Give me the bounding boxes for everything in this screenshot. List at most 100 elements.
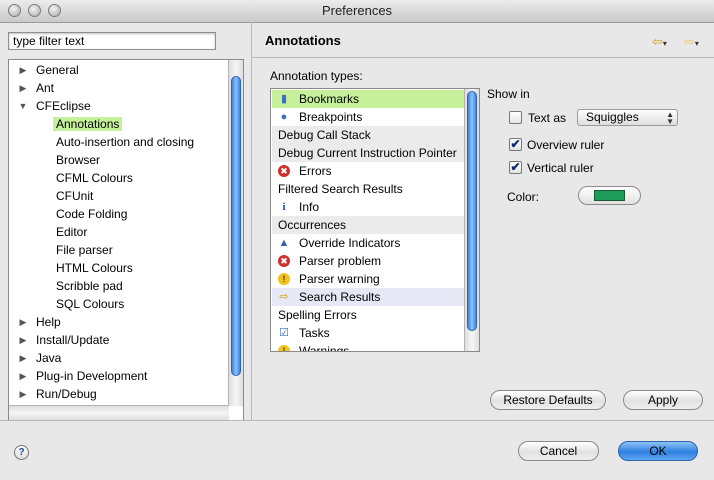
pane-divider[interactable] xyxy=(251,22,252,420)
tree-item[interactable]: HTML Colours xyxy=(53,259,136,277)
annotation-type-label: Override Indicators xyxy=(299,236,401,250)
stepper-arrows-icon: ▲ ▼ xyxy=(666,110,674,126)
forward-arrow-icon[interactable]: ⇨▾ xyxy=(684,34,699,50)
tree-item-label: Run/Debug xyxy=(36,387,97,401)
annotation-types-list[interactable]: ▮ Bookmarks ● Breakpoints Debug Call Stack De… xyxy=(270,88,480,352)
annotation-type-row[interactable]: Debug Call Stack xyxy=(272,126,464,144)
annotation-type-label: Debug Current Instruction Pointer xyxy=(278,146,457,160)
override-icon: ▲ xyxy=(278,237,290,249)
tree-item-label: Ant xyxy=(36,81,55,95)
text-as-label[interactable]: Text as xyxy=(528,111,566,125)
warning-icon: ! xyxy=(278,345,290,351)
tree-item[interactable]: Annotations xyxy=(53,115,123,133)
show-in-label: Show in xyxy=(487,87,530,101)
tree-horizontal-scrollbar[interactable] xyxy=(9,405,229,420)
color-picker-button[interactable] xyxy=(578,186,641,205)
help-icon[interactable]: ? xyxy=(14,445,29,460)
annotation-type-row[interactable]: ☑ Tasks xyxy=(272,324,464,342)
annotation-type-label: Filtered Search Results xyxy=(278,182,403,196)
text-style-select[interactable]: Squiggles ▲ ▼ xyxy=(577,109,678,126)
annotation-type-row[interactable]: i Info xyxy=(272,198,464,216)
tree-item[interactable]: ▶ Plug-in Development xyxy=(17,367,150,385)
annotation-type-label: Parser problem xyxy=(299,254,382,268)
tree-item[interactable]: ▶ General xyxy=(17,61,82,79)
tree-item-label: File parser xyxy=(56,243,113,257)
restore-defaults-button[interactable]: Restore Defaults xyxy=(490,390,606,410)
annotation-list-scrollbar[interactable] xyxy=(464,89,479,351)
tree-item-label: Install/Update xyxy=(36,333,110,347)
title-bar: Preferences xyxy=(0,0,714,23)
expand-right-arrow-icon[interactable]: ▶ xyxy=(17,79,29,97)
tree-scroll-thumb[interactable] xyxy=(231,76,241,376)
annotation-type-label: Errors xyxy=(299,164,332,178)
preference-tree[interactable]: ▶ General ▶ Ant ▼ CFEclipse Annotations Auto-in… xyxy=(8,59,244,421)
tree-item[interactable]: Code Folding xyxy=(53,205,130,223)
cancel-button[interactable]: Cancel xyxy=(518,441,599,461)
annotation-type-row[interactable]: Debug Current Instruction Pointer xyxy=(272,144,464,162)
expand-down-arrow-icon[interactable]: ▼ xyxy=(17,97,29,115)
color-swatch xyxy=(594,190,625,201)
tree-item[interactable]: File parser xyxy=(53,241,116,259)
vertical-ruler-label[interactable]: Vertical ruler xyxy=(527,161,594,175)
annotation-type-row[interactable]: ● Breakpoints xyxy=(272,108,464,126)
annotation-type-label: Warnings xyxy=(299,344,350,352)
tree-item-label: Scribble pad xyxy=(56,279,123,293)
task-icon: ☑ xyxy=(279,327,289,339)
text-style-value: Squiggles xyxy=(586,110,639,124)
annotation-type-row[interactable]: ✖ Errors xyxy=(272,162,464,180)
expand-right-arrow-icon[interactable]: ▶ xyxy=(17,367,29,385)
info-icon: i xyxy=(282,201,286,213)
tree-item[interactable]: ▶ Java xyxy=(17,349,64,367)
tree-item[interactable]: ▶ Help xyxy=(17,313,64,331)
expand-right-arrow-icon[interactable]: ▶ xyxy=(17,349,29,367)
tree-item[interactable]: ▶ Ant xyxy=(17,79,57,97)
annotation-type-label: Occurrences xyxy=(278,218,347,232)
tree-item-label: CFEclipse xyxy=(36,99,91,113)
page-title: Annotations xyxy=(265,33,341,48)
annotation-type-row[interactable]: ⇨ Search Results xyxy=(272,288,464,306)
annotation-type-row[interactable]: ! Warnings xyxy=(272,342,464,352)
expand-right-arrow-icon[interactable]: ▶ xyxy=(17,313,29,331)
tree-item-label: General xyxy=(36,63,79,77)
tree-item-label: Browser xyxy=(56,153,101,167)
tree-item[interactable]: ▶ Run/Debug xyxy=(17,385,100,403)
vertical-ruler-checkbox[interactable]: ✔ xyxy=(509,161,522,174)
breakpoint-icon: ● xyxy=(280,111,288,123)
search-result-icon: ⇨ xyxy=(279,291,289,303)
annotation-type-row[interactable]: Occurrences xyxy=(272,216,464,234)
annotation-type-row[interactable]: ▮ Bookmarks xyxy=(272,90,464,108)
annotation-type-row[interactable]: ! Parser warning xyxy=(272,270,464,288)
tree-item[interactable]: Browser xyxy=(53,151,103,169)
error-icon: ✖ xyxy=(278,165,290,177)
tree-item[interactable]: CFUnit xyxy=(53,187,96,205)
expand-right-arrow-icon[interactable]: ▶ xyxy=(17,331,29,349)
annotation-type-row[interactable]: ✖ Parser problem xyxy=(272,252,464,270)
ok-button[interactable]: OK xyxy=(618,441,698,461)
window-title: Preferences xyxy=(321,3,393,18)
annotation-list-scroll-thumb[interactable] xyxy=(467,91,477,331)
tree-item[interactable]: ▼ CFEclipse xyxy=(17,97,94,115)
tree-item[interactable]: CFML Colours xyxy=(53,169,136,187)
tree-item[interactable]: Auto-insertion and closing xyxy=(53,133,197,151)
tree-item-label: Plug-in Development xyxy=(36,369,148,383)
annotation-type-label: Breakpoints xyxy=(299,110,363,124)
annotation-type-row[interactable]: Spelling Errors xyxy=(272,306,464,324)
apply-button[interactable]: Apply xyxy=(623,390,703,410)
tree-item[interactable]: ▶ Install/Update xyxy=(17,331,112,349)
back-arrow-icon[interactable]: ⇦▾ xyxy=(652,34,667,50)
overview-ruler-checkbox[interactable]: ✔ xyxy=(509,138,522,151)
footer-separator xyxy=(0,420,714,421)
expand-right-arrow-icon[interactable]: ▶ xyxy=(17,61,29,79)
expand-right-arrow-icon[interactable]: ▶ xyxy=(17,385,29,403)
filter-input[interactable] xyxy=(8,32,216,50)
annotation-type-label: Search Results xyxy=(299,290,381,304)
tree-item[interactable]: SQL Colours xyxy=(53,295,127,313)
annotation-type-row[interactable]: Filtered Search Results xyxy=(272,180,464,198)
annotation-type-row[interactable]: ▲ Override Indicators xyxy=(272,234,464,252)
tree-item[interactable]: Scribble pad xyxy=(53,277,126,295)
tree-item[interactable]: Editor xyxy=(53,223,90,241)
annotation-type-label: Spelling Errors xyxy=(278,308,357,322)
text-as-checkbox[interactable] xyxy=(509,111,522,124)
tree-vertical-scrollbar[interactable] xyxy=(228,60,243,406)
overview-ruler-label[interactable]: Overview ruler xyxy=(527,138,604,152)
